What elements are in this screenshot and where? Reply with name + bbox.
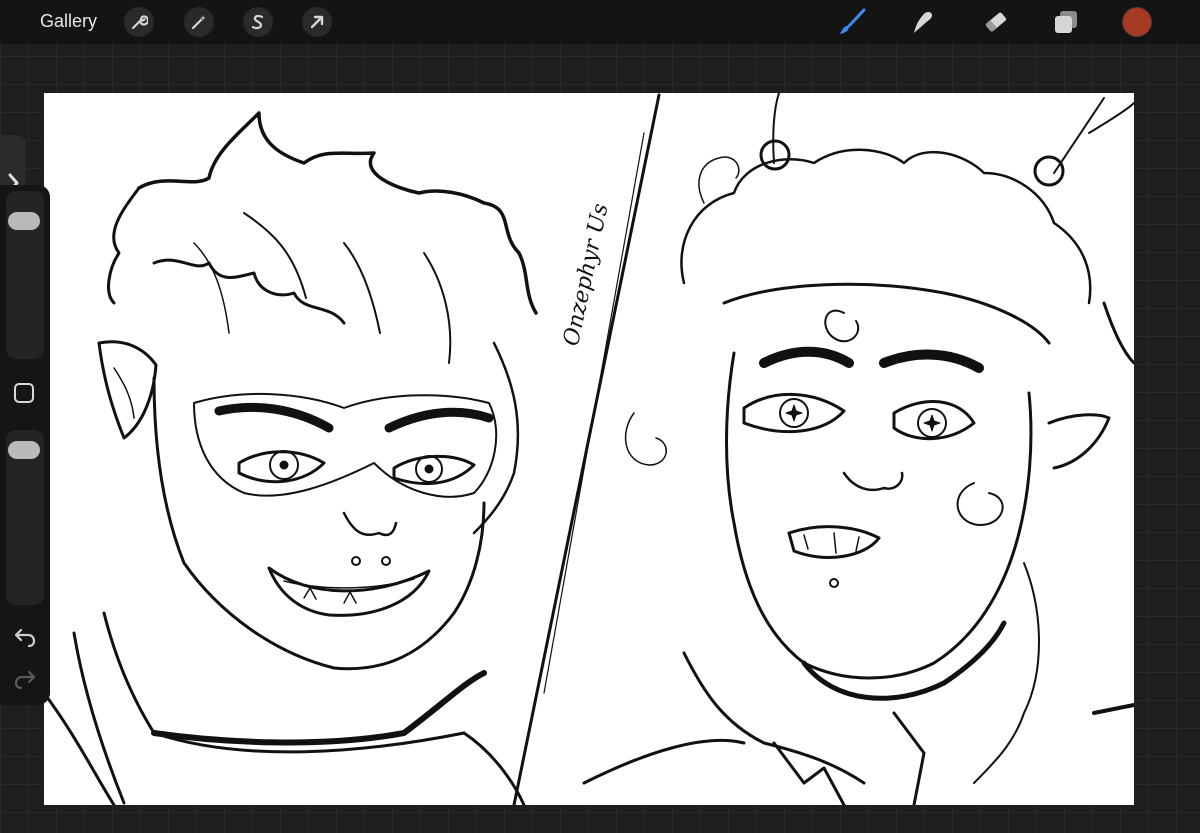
opacity-thumb[interactable] xyxy=(8,441,40,460)
drawing-canvas[interactable]: Onzephyr Us xyxy=(44,93,1134,805)
smudge-icon[interactable] xyxy=(907,6,939,38)
opacity-slider[interactable] xyxy=(6,430,44,605)
transform-arrow-icon[interactable] xyxy=(302,7,332,37)
eraser-icon[interactable] xyxy=(980,6,1012,38)
sidebar-panel xyxy=(0,185,50,705)
brush-size-thumb[interactable] xyxy=(8,212,40,231)
artwork-sketch xyxy=(44,93,1134,805)
modify-button[interactable] xyxy=(14,383,34,403)
redo-icon[interactable] xyxy=(12,667,38,691)
selection-s-icon[interactable] xyxy=(243,7,273,37)
top-toolbar: Gallery xyxy=(0,0,1200,44)
brush-icon[interactable] xyxy=(836,6,868,38)
undo-icon[interactable] xyxy=(12,625,38,649)
brush-size-slider[interactable] xyxy=(6,191,44,359)
layers-icon[interactable] xyxy=(1050,6,1082,38)
gallery-button[interactable]: Gallery xyxy=(40,11,97,32)
wrench-icon[interactable] xyxy=(124,7,154,37)
color-swatch[interactable] xyxy=(1122,7,1152,37)
magic-wand-icon[interactable] xyxy=(184,7,214,37)
